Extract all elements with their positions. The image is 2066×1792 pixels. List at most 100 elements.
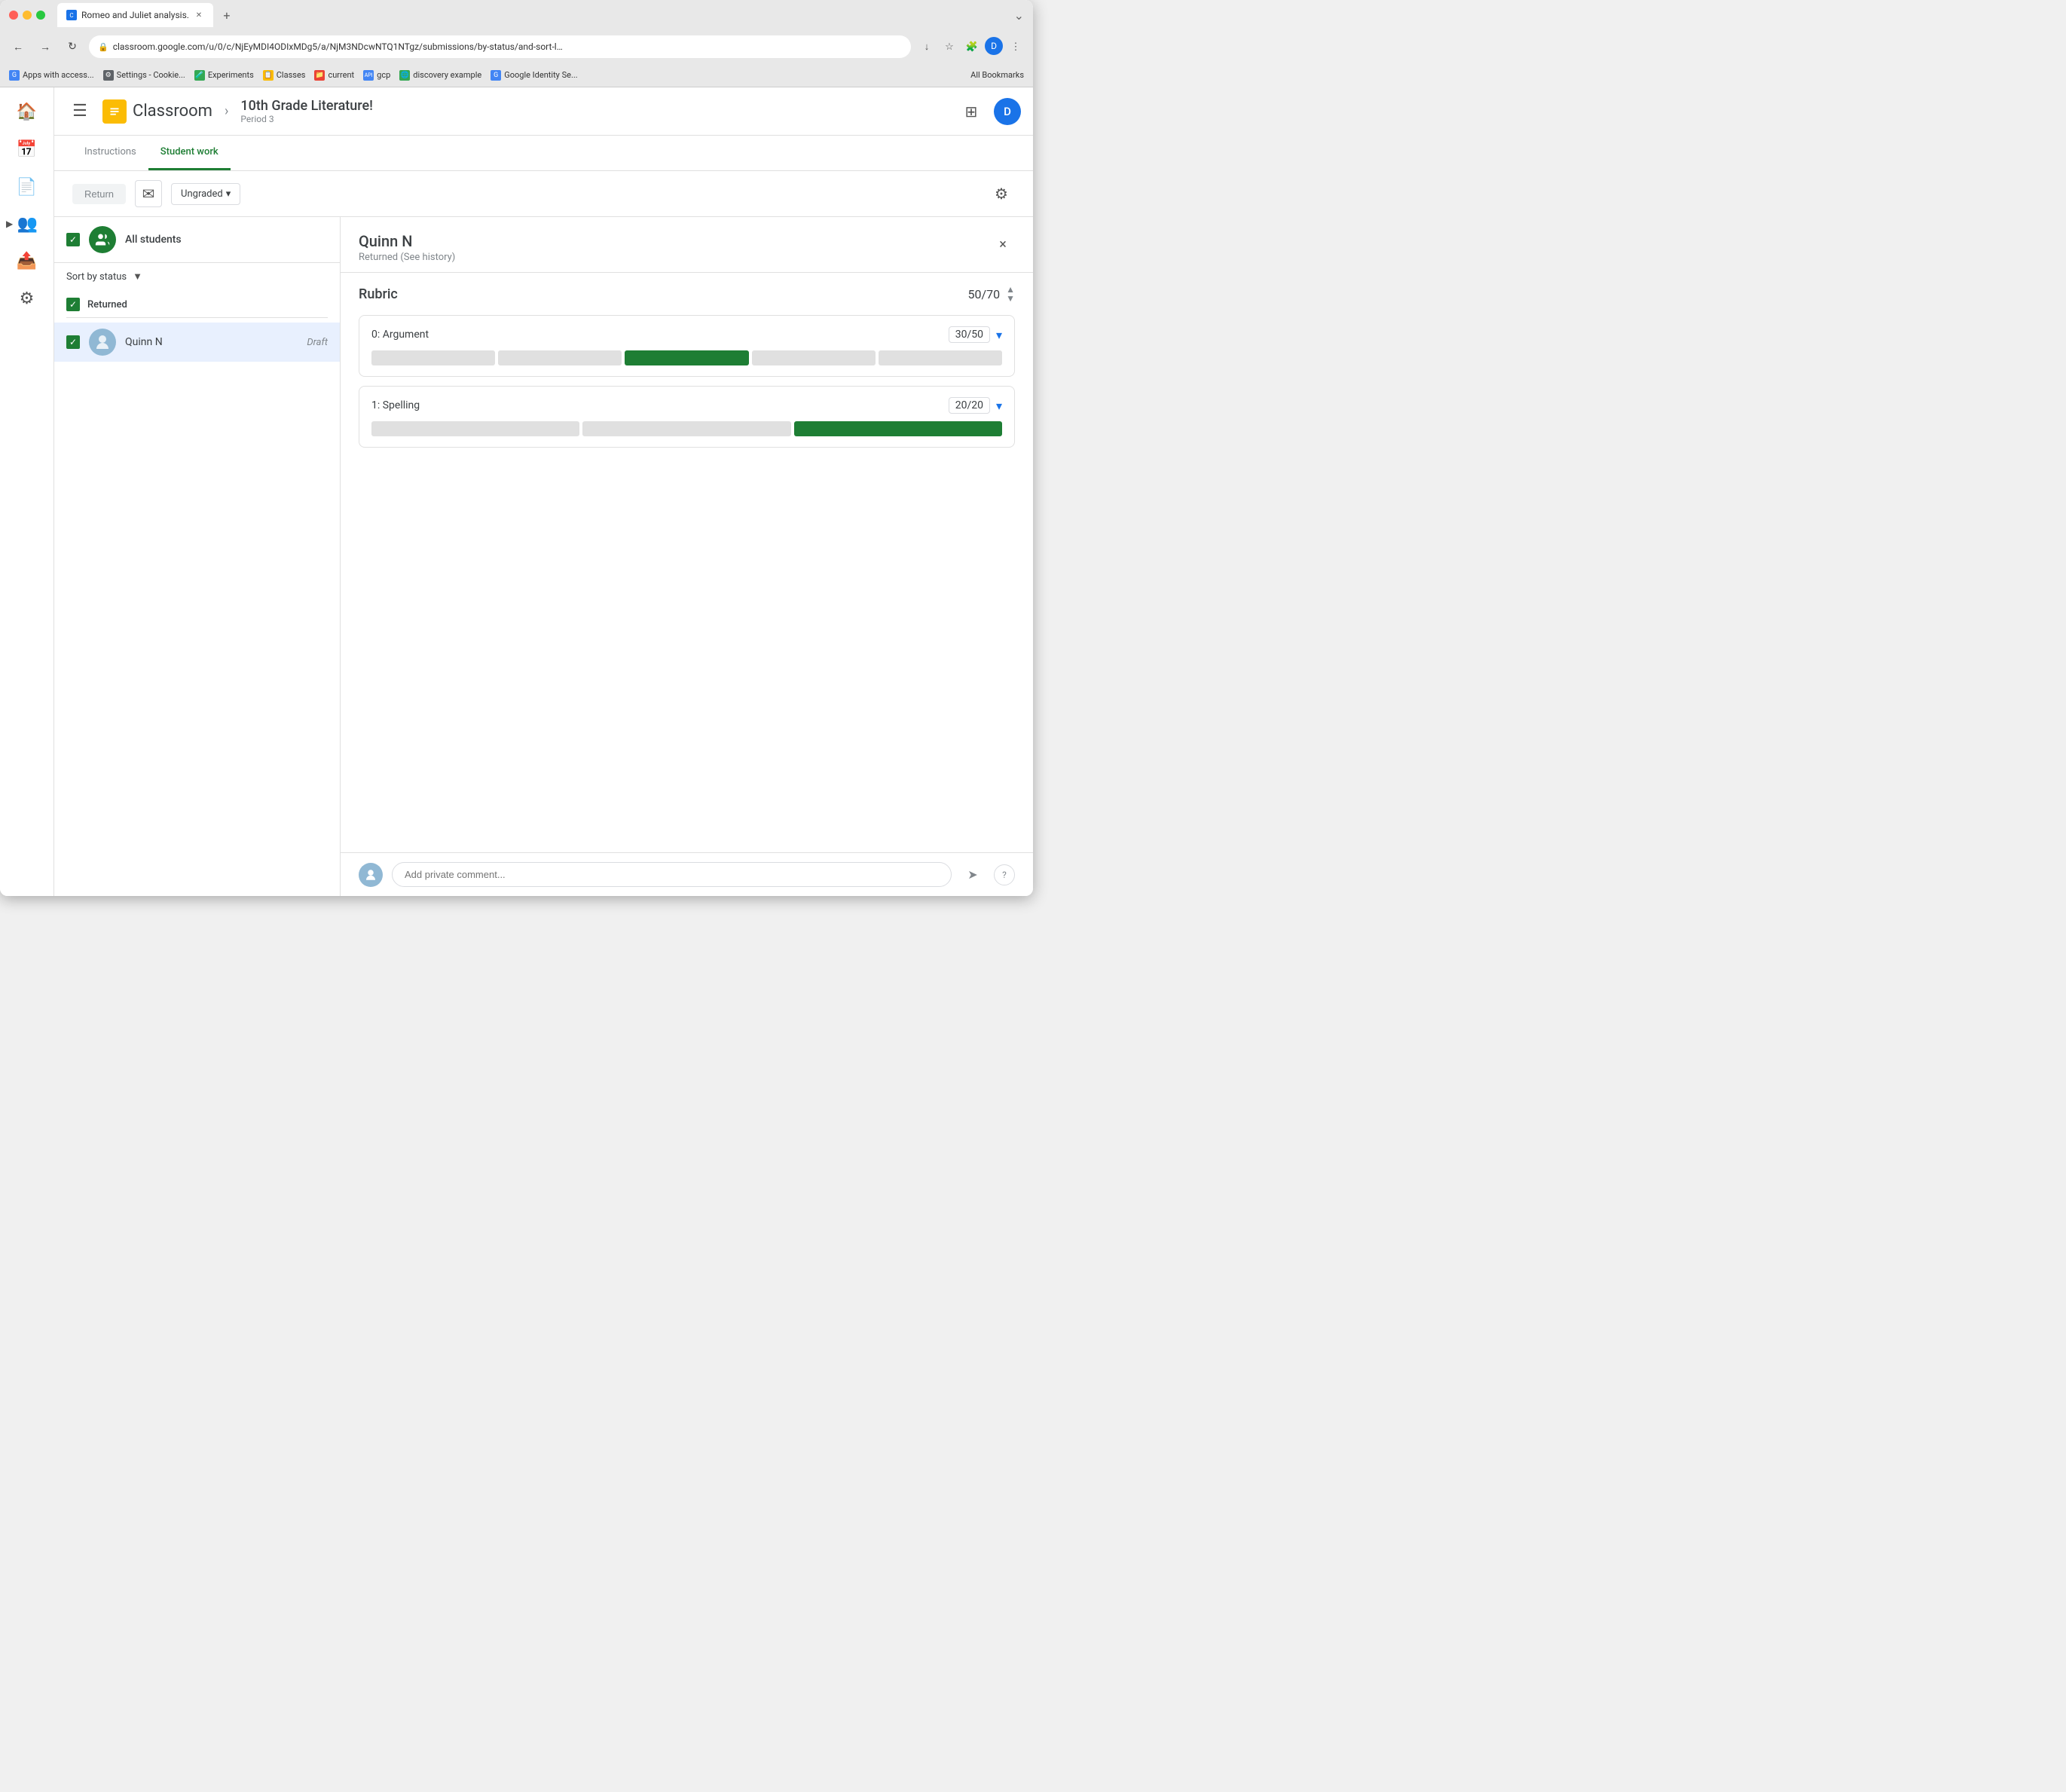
bookmark-classes[interactable]: 📋 Classes xyxy=(263,70,306,81)
bookmark-icon[interactable]: ☆ xyxy=(940,37,959,57)
mail-button[interactable]: ✉ xyxy=(135,180,162,207)
classroom-text: Classroom xyxy=(133,102,212,121)
dropdown-arrow-icon: ▾ xyxy=(226,188,231,200)
return-button[interactable]: Return xyxy=(72,184,126,204)
minimize-traffic-light[interactable] xyxy=(23,11,32,20)
bookmark-gcp-icon: API xyxy=(363,70,374,81)
back-button[interactable]: ← xyxy=(8,36,29,57)
student-quinn-name: Quinn N xyxy=(125,336,298,348)
returned-checkbox[interactable]: ✓ xyxy=(66,298,80,311)
bookmark-current[interactable]: 📁 current xyxy=(314,70,354,81)
commenter-avatar xyxy=(359,863,383,887)
tab-navigation: Instructions Student work xyxy=(54,136,1033,171)
close-detail-button[interactable]: × xyxy=(991,232,1015,256)
argument-seg-5[interactable] xyxy=(879,350,1002,365)
sidebar-icon-upload[interactable]: 📤 xyxy=(9,243,45,279)
bookmark-gcp[interactable]: API gcp xyxy=(363,70,390,81)
address-actions: ↓ ☆ 🧩 D ⋮ xyxy=(917,37,1025,57)
rubric-argument-expand[interactable]: ▾ xyxy=(996,328,1002,342)
bookmark-apps-label: Apps with access... xyxy=(23,70,94,80)
bookmark-apps-icon: G xyxy=(9,70,20,81)
expand-arrow-icon: ▶ xyxy=(6,219,13,229)
student-item-quinn[interactable]: ✓ Quinn N Draft xyxy=(54,323,340,362)
rubric-score-arrows[interactable]: ▲ ▼ xyxy=(1006,285,1015,303)
returned-section: ✓ Returned xyxy=(54,287,340,323)
rubric-title: Rubric xyxy=(359,286,398,302)
rubric-down-arrow[interactable]: ▼ xyxy=(1006,294,1015,303)
student-quinn-checkbox[interactable]: ✓ xyxy=(66,335,80,349)
tab-close-button[interactable]: ✕ xyxy=(194,10,204,20)
all-bookmarks-button[interactable]: All Bookmarks xyxy=(970,70,1024,80)
browser-window: C Romeo and Juliet analysis. ✕ + ⌄ ← → ↻… xyxy=(0,0,1033,896)
all-students-label: All students xyxy=(125,234,182,246)
classroom-logo: Classroom xyxy=(102,99,212,124)
rubric-spelling-score-section: 20/20 ▾ xyxy=(949,397,1002,414)
help-button[interactable]: ? xyxy=(994,864,1015,885)
reload-button[interactable]: ↻ xyxy=(62,36,83,57)
new-tab-button[interactable]: + xyxy=(216,5,237,26)
all-students-checkbox[interactable]: ✓ xyxy=(66,233,80,246)
student-detail-status: Returned (See history) xyxy=(359,252,455,263)
sidebar-icon-home[interactable]: 🏠 xyxy=(9,93,45,130)
download-icon[interactable]: ↓ xyxy=(917,37,937,57)
all-students-header: ✓ All students xyxy=(54,217,340,263)
grid-apps-icon[interactable]: ⊞ xyxy=(958,98,985,125)
send-comment-button[interactable]: ➤ xyxy=(961,863,985,887)
maximize-traffic-light[interactable] xyxy=(36,11,45,20)
sidebar-icon-people[interactable]: 👥 xyxy=(13,209,41,238)
sidebar-people-expand[interactable]: ▶ 👥 xyxy=(0,206,53,241)
app-container: 🏠 📅 📄 ▶ 👥 📤 ⚙ ☰ xyxy=(0,87,1033,896)
argument-seg-4[interactable] xyxy=(752,350,876,365)
classroom-logo-icon xyxy=(102,99,127,124)
spelling-seg-3[interactable] xyxy=(794,421,1002,436)
argument-seg-1[interactable] xyxy=(371,350,495,365)
tab-favicon: C xyxy=(66,10,77,20)
active-tab[interactable]: C Romeo and Juliet analysis. ✕ xyxy=(57,3,213,27)
url-bar[interactable]: 🔒 classroom.google.com/u/0/c/NjEyMDI4ODI… xyxy=(89,35,911,58)
main-content: ☰ Classroom › 10th Grade Literature! xyxy=(54,87,1033,896)
breadcrumb-arrow: › xyxy=(225,103,228,119)
grade-filter-dropdown[interactable]: Ungraded ▾ xyxy=(171,183,240,205)
bookmark-settings[interactable]: ⚙ Settings - Cookie... xyxy=(103,70,185,81)
menu-button[interactable]: ☰ xyxy=(66,98,93,125)
lock-icon: 🔒 xyxy=(98,42,108,52)
tab-end-chevron[interactable]: ⌄ xyxy=(1014,8,1024,23)
forward-button[interactable]: → xyxy=(35,36,56,57)
returned-checkbox-check: ✓ xyxy=(69,299,77,310)
extensions-icon[interactable]: 🧩 xyxy=(962,37,982,57)
tab-instructions[interactable]: Instructions xyxy=(72,136,148,170)
private-comment-input[interactable] xyxy=(392,862,952,887)
checkbox-check-icon: ✓ xyxy=(69,234,77,245)
close-traffic-light[interactable] xyxy=(9,11,18,20)
detail-header: Quinn N Returned (See history) × xyxy=(341,217,1033,273)
bookmark-experiments-label: Experiments xyxy=(208,70,254,80)
spelling-seg-1[interactable] xyxy=(371,421,579,436)
bookmark-discovery[interactable]: 🌐 discovery example xyxy=(399,70,481,81)
tab-student-work[interactable]: Student work xyxy=(148,136,231,170)
sidebar-icon-calendar[interactable]: 📅 xyxy=(9,131,45,167)
bookmark-discovery-label: discovery example xyxy=(413,70,481,80)
bookmark-google-identity[interactable]: G Google Identity Se... xyxy=(491,70,577,81)
rubric-score-value: 50/70 xyxy=(968,287,1001,301)
argument-seg-2[interactable] xyxy=(498,350,622,365)
settings-icon: ⚙ xyxy=(995,185,1008,203)
bookmarks-bar: G Apps with access... ⚙ Settings - Cooki… xyxy=(0,63,1033,87)
bookmark-apps[interactable]: G Apps with access... xyxy=(9,70,94,81)
course-period: Period 3 xyxy=(240,114,373,124)
sidebar-icon-settings[interactable]: ⚙ xyxy=(9,280,45,317)
bookmark-experiments-icon: 🧪 xyxy=(194,70,205,81)
sort-dropdown[interactable]: ▼ xyxy=(133,271,142,283)
settings-button[interactable]: ⚙ xyxy=(988,180,1015,207)
argument-seg-3[interactable] xyxy=(625,350,748,365)
spelling-seg-2[interactable] xyxy=(582,421,790,436)
sidebar-icon-document[interactable]: 📄 xyxy=(9,169,45,205)
student-list: ✓ All students xyxy=(54,217,341,896)
bookmark-experiments[interactable]: 🧪 Experiments xyxy=(194,70,254,81)
more-options-icon[interactable]: ⋮ xyxy=(1006,37,1025,57)
user-avatar[interactable]: D xyxy=(994,98,1021,125)
rubric-spelling-expand[interactable]: ▾ xyxy=(996,399,1002,413)
mail-icon: ✉ xyxy=(142,185,155,203)
bookmark-discovery-icon: 🌐 xyxy=(399,70,410,81)
profile-icon[interactable]: D xyxy=(985,37,1003,55)
bookmark-settings-icon: ⚙ xyxy=(103,70,114,81)
